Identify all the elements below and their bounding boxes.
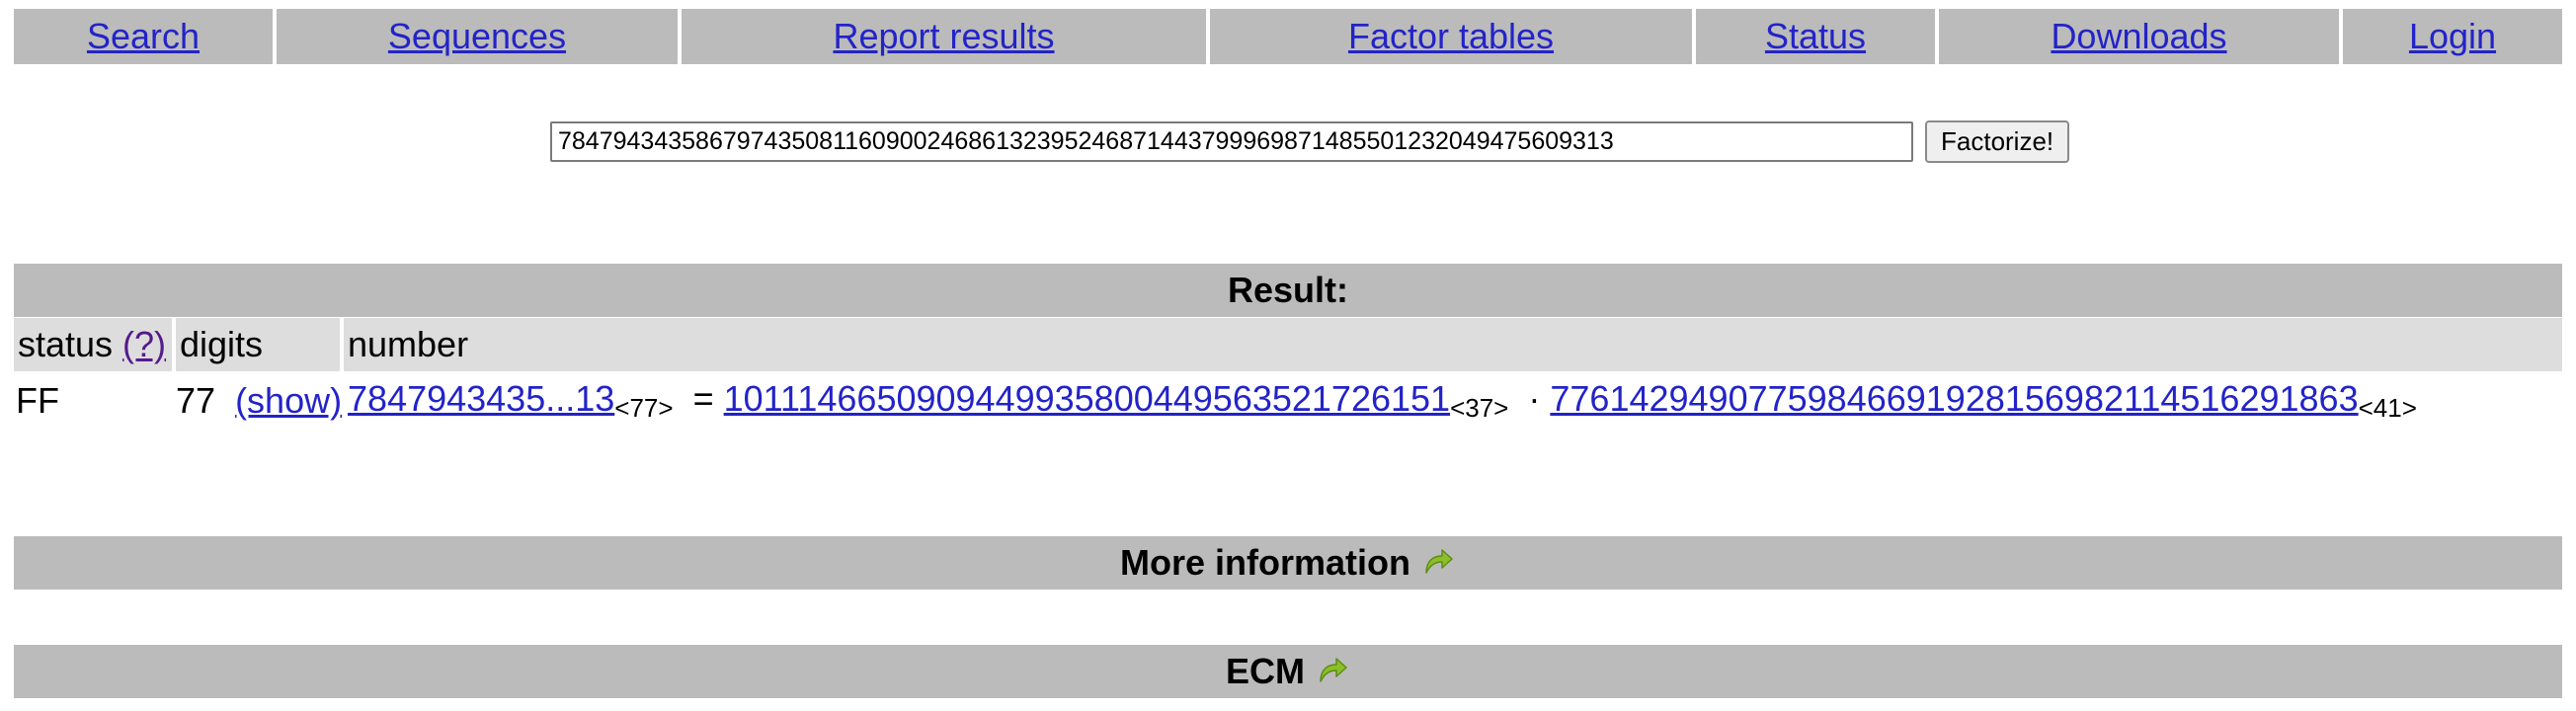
nav-link-status[interactable]: Status bbox=[1765, 16, 1866, 57]
factor-link-2[interactable]: 7761429490775984669192815698211451629186… bbox=[1550, 378, 2358, 419]
number-header-label: number bbox=[348, 324, 469, 364]
nav-cell-status: Status bbox=[1696, 9, 1935, 64]
table-header-row: status (?) digits number bbox=[14, 318, 2562, 371]
digits-value: 77 bbox=[176, 380, 216, 421]
column-header-number: number bbox=[344, 318, 2562, 371]
forward-arrow-icon[interactable] bbox=[1420, 545, 1456, 581]
nav-cell-report-results: Report results bbox=[682, 9, 1206, 64]
digits-header-label: digits bbox=[180, 324, 264, 364]
nav-cell-sequences: Sequences bbox=[277, 9, 678, 64]
nav-cell-search: Search bbox=[14, 9, 273, 64]
nav-link-login[interactable]: Login bbox=[2409, 16, 2496, 57]
result-header: Result: bbox=[14, 264, 2562, 317]
multiply-sign: · bbox=[1528, 378, 1541, 419]
status-value: FF bbox=[16, 380, 59, 421]
status-header-label: status bbox=[18, 324, 114, 364]
top-navigation: Search Sequences Report results Factor t… bbox=[14, 9, 2562, 64]
equals-sign: = bbox=[692, 378, 714, 419]
nav-link-factor-tables[interactable]: Factor tables bbox=[1348, 16, 1554, 57]
result-title: Result: bbox=[1227, 270, 1348, 310]
nav-link-search[interactable]: Search bbox=[87, 16, 200, 57]
factor-2-digit-count: <41> bbox=[2358, 393, 2417, 423]
show-number-link[interactable]: (show) bbox=[235, 380, 342, 421]
factorize-form: Factorize! bbox=[550, 119, 2070, 164]
column-header-digits: digits bbox=[176, 318, 340, 371]
number-input[interactable] bbox=[550, 121, 1913, 162]
nav-cell-login: Login bbox=[2343, 9, 2562, 64]
number-digit-count: <77> bbox=[614, 393, 674, 423]
ecm-title: ECM bbox=[1226, 651, 1305, 691]
result-table: status (?) digits number FF 77 (show) 78… bbox=[14, 318, 2562, 431]
nav-link-downloads[interactable]: Downloads bbox=[2051, 16, 2226, 57]
nav-cell-factor-tables: Factor tables bbox=[1210, 9, 1692, 64]
more-information-title: More information bbox=[1120, 542, 1410, 583]
number-link[interactable]: 7847943435...13 bbox=[348, 378, 614, 419]
factor-link-1[interactable]: 1011146650909449935800449563521726151 bbox=[724, 378, 1450, 419]
column-header-status: status (?) bbox=[14, 318, 172, 371]
nav-cell-downloads: Downloads bbox=[1939, 9, 2339, 64]
nav-link-sequences[interactable]: Sequences bbox=[388, 16, 566, 57]
more-information-header[interactable]: More information bbox=[14, 536, 2562, 590]
factorization-cell: 7847943435...13<77> = 1011146650909449935… bbox=[344, 378, 2562, 424]
table-row: FF 77 (show) 7847943435...13<77> = 101114… bbox=[14, 371, 2562, 431]
digits-cell: 77 (show) bbox=[176, 380, 342, 422]
nav-link-report-results[interactable]: Report results bbox=[833, 16, 1054, 57]
forward-arrow-icon[interactable] bbox=[1315, 654, 1350, 689]
ecm-header[interactable]: ECM bbox=[14, 645, 2562, 698]
factor-1-digit-count: <37> bbox=[1450, 393, 1509, 423]
status-help-link[interactable]: (?) bbox=[122, 324, 166, 365]
factorize-button[interactable]: Factorize! bbox=[1925, 120, 2070, 163]
